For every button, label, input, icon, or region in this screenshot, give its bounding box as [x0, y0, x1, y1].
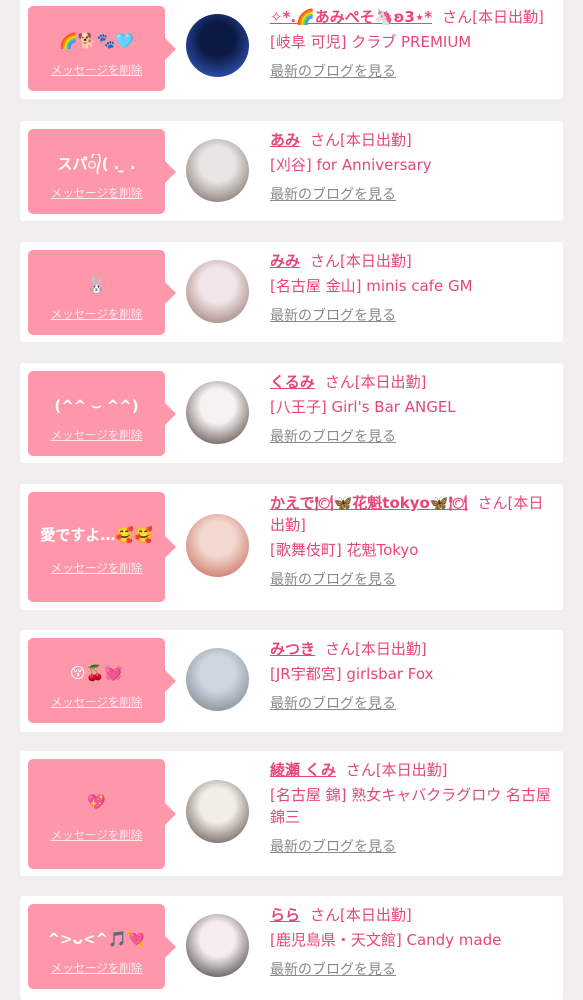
- status-text: さん[本日出勤]: [310, 131, 412, 149]
- delete-message-link[interactable]: メッセージを削除: [28, 960, 165, 976]
- shop-name: [歌舞伎町] 花魁Tokyo: [270, 541, 419, 559]
- name-line: らら さん[本日出勤]: [270, 904, 555, 926]
- name-line: みつき さん[本日出勤]: [270, 638, 555, 660]
- message-text: 🌈🐕🐾🩵: [59, 32, 134, 50]
- delete-message-link[interactable]: メッセージを削除: [28, 427, 165, 443]
- delete-message-link[interactable]: メッセージを削除: [28, 827, 165, 843]
- avatar[interactable]: [186, 914, 249, 977]
- shop-name: [八王子] Girl's Bar ANGEL: [270, 398, 456, 416]
- message-card: スパ᭄( . ̫ . メッセージを削除 あみ さん[本日出勤] [刈谷] for Ann…: [20, 121, 563, 221]
- message-card: 🌈🐕🐾🩵 メッセージを削除 ✧*.🌈あみぺそ🦄ʚ3⋆* さん[本日出勤] [岐阜 可児]…: [20, 0, 563, 99]
- message-bubble: 💖 メッセージを削除: [28, 759, 176, 869]
- avatar[interactable]: [186, 381, 249, 444]
- shop-name: [鹿児島県・天文館] Candy made: [270, 931, 502, 949]
- avatar[interactable]: [186, 780, 249, 843]
- latest-blog-link[interactable]: 最新のブログを見る: [270, 426, 555, 448]
- message-card: ^>ᴗ<^🎵💘 メッセージを削除 らら さん[本日出勤] [鹿児島県・天文館] Cand…: [20, 896, 563, 1000]
- name-line: あみ さん[本日出勤]: [270, 129, 555, 151]
- status-text: さん[本日出勤]: [324, 373, 427, 391]
- message-bubble: 🐰 メッセージを削除: [28, 250, 176, 335]
- delete-message-link[interactable]: メッセージを削除: [28, 185, 165, 201]
- cast-info: くるみ さん[本日出勤] [八王子] Girl's Bar ANGEL 最新のブログを…: [270, 371, 555, 448]
- cast-name-link[interactable]: 綾瀬 くみ: [270, 761, 336, 779]
- status-text: さん[本日出勤]: [310, 252, 412, 270]
- shop-name: [刈谷] for Anniversary: [270, 156, 432, 174]
- avatar[interactable]: [186, 260, 249, 323]
- latest-blog-link[interactable]: 最新のブログを見る: [270, 693, 555, 715]
- message-card: 愛ですよ…🥰🥰 メッセージを削除 かえで🍽🦋花魁tokyo🦋🍽 さん[本日出勤] [歌舞…: [20, 484, 563, 610]
- cast-info: ✧*.🌈あみぺそ🦄ʚ3⋆* さん[本日出勤] [岐阜 可児] クラブ PREMIUM…: [270, 6, 555, 83]
- shop-name: [名古屋 金山] minis cafe GM: [270, 277, 473, 295]
- delete-message-link[interactable]: メッセージを削除: [28, 306, 165, 322]
- cast-name-link[interactable]: かえで🍽🦋花魁tokyo🦋🍽: [270, 494, 468, 512]
- avatar[interactable]: [186, 514, 249, 577]
- latest-blog-link[interactable]: 最新のブログを見る: [270, 305, 555, 327]
- message-card: 🐰 メッセージを削除 みみ さん[本日出勤] [名古屋 金山] minis cafe G…: [20, 242, 563, 342]
- cast-info: あみ さん[本日出勤] [刈谷] for Anniversary 最新のブログを見る: [270, 129, 555, 206]
- avatar[interactable]: [186, 14, 249, 77]
- status-text: さん[本日出勤]: [310, 906, 412, 924]
- message-text: スパ᭄( . ̫ .: [57, 155, 136, 173]
- cast-info: みつき さん[本日出勤] [JR宇都宮] girlsbar Fox 最新のブログを見る: [270, 638, 555, 715]
- name-line: かえで🍽🦋花魁tokyo🦋🍽 さん[本日出勤]: [270, 492, 555, 536]
- message-text: ^>ᴗ<^🎵💘: [47, 930, 146, 948]
- cast-name-link[interactable]: ✧*.🌈あみぺそ🦄ʚ3⋆*: [270, 8, 432, 26]
- status-text: さん[本日出勤]: [345, 761, 448, 779]
- message-bubble: 愛ですよ…🥰🥰 メッセージを削除: [28, 492, 176, 602]
- message-card: 💖 メッセージを削除 綾瀬 くみ さん[本日出勤] [名古屋 錦] 熟女キャバクラグロウ…: [20, 751, 563, 876]
- latest-blog-link[interactable]: 最新のブログを見る: [270, 836, 555, 858]
- message-text: (^^ ⌣ ^^): [54, 397, 139, 415]
- message-text: 😚🍒💓: [70, 664, 123, 682]
- name-line: みみ さん[本日出勤]: [270, 250, 555, 272]
- status-text: さん[本日出勤]: [325, 640, 427, 658]
- delete-message-link[interactable]: メッセージを削除: [28, 694, 165, 710]
- delete-message-link[interactable]: メッセージを削除: [28, 560, 165, 576]
- cast-info: みみ さん[本日出勤] [名古屋 金山] minis cafe GM 最新のブログを見…: [270, 250, 555, 327]
- avatar[interactable]: [186, 648, 249, 711]
- delete-message-link[interactable]: メッセージを削除: [28, 62, 165, 78]
- latest-blog-link[interactable]: 最新のブログを見る: [270, 569, 555, 591]
- name-line: くるみ さん[本日出勤]: [270, 371, 555, 393]
- message-text: 💖: [87, 793, 106, 811]
- cast-info: 綾瀬 くみ さん[本日出勤] [名古屋 錦] 熟女キャバクラグロウ 名古屋錦三最新の…: [270, 759, 555, 858]
- message-bubble: (^^ ⌣ ^^) メッセージを削除: [28, 371, 176, 456]
- message-list: 🌈🐕🐾🩵 メッセージを削除 ✧*.🌈あみぺそ🦄ʚ3⋆* さん[本日出勤] [岐阜 可児]…: [0, 0, 583, 1000]
- cast-name-link[interactable]: あみ: [270, 131, 300, 149]
- message-bubble: 🌈🐕🐾🩵 メッセージを削除: [28, 6, 176, 91]
- cast-info: らら さん[本日出勤] [鹿児島県・天文館] Candy made 最新のブログを見る: [270, 904, 555, 981]
- cast-name-link[interactable]: らら: [270, 906, 300, 924]
- status-text: さん[本日出勤]: [442, 8, 544, 26]
- message-text: 愛ですよ…🥰🥰: [40, 526, 153, 544]
- message-bubble: スパ᭄( . ̫ . メッセージを削除: [28, 129, 176, 214]
- message-text: 🐰: [87, 276, 106, 294]
- latest-blog-link[interactable]: 最新のブログを見る: [270, 184, 555, 206]
- message-card: 😚🍒💓 メッセージを削除 みつき さん[本日出勤] [JR宇都宮] girlsbar F…: [20, 630, 563, 732]
- shop-name: [JR宇都宮] girlsbar Fox: [270, 665, 434, 683]
- cast-name-link[interactable]: みみ: [270, 252, 300, 270]
- shop-name: [名古屋 錦] 熟女キャバクラグロウ 名古屋錦三: [270, 786, 552, 826]
- cast-name-link[interactable]: くるみ: [270, 373, 315, 391]
- name-line: 綾瀬 くみ さん[本日出勤]: [270, 759, 555, 781]
- cast-info: かえで🍽🦋花魁tokyo🦋🍽 さん[本日出勤] [歌舞伎町] 花魁Tokyo 最新のブ…: [270, 492, 555, 591]
- shop-name: [岐阜 可児] クラブ PREMIUM: [270, 33, 472, 51]
- latest-blog-link[interactable]: 最新のブログを見る: [270, 61, 555, 83]
- latest-blog-link[interactable]: 最新のブログを見る: [270, 959, 555, 981]
- message-card: (^^ ⌣ ^^) メッセージを削除 くるみ さん[本日出勤] [八王子] Girl's…: [20, 363, 563, 463]
- message-bubble: 😚🍒💓 メッセージを削除: [28, 638, 176, 723]
- message-bubble: ^>ᴗ<^🎵💘 メッセージを削除: [28, 904, 176, 989]
- avatar[interactable]: [186, 139, 249, 202]
- cast-name-link[interactable]: みつき: [270, 640, 315, 658]
- name-line: ✧*.🌈あみぺそ🦄ʚ3⋆* さん[本日出勤]: [270, 6, 555, 28]
